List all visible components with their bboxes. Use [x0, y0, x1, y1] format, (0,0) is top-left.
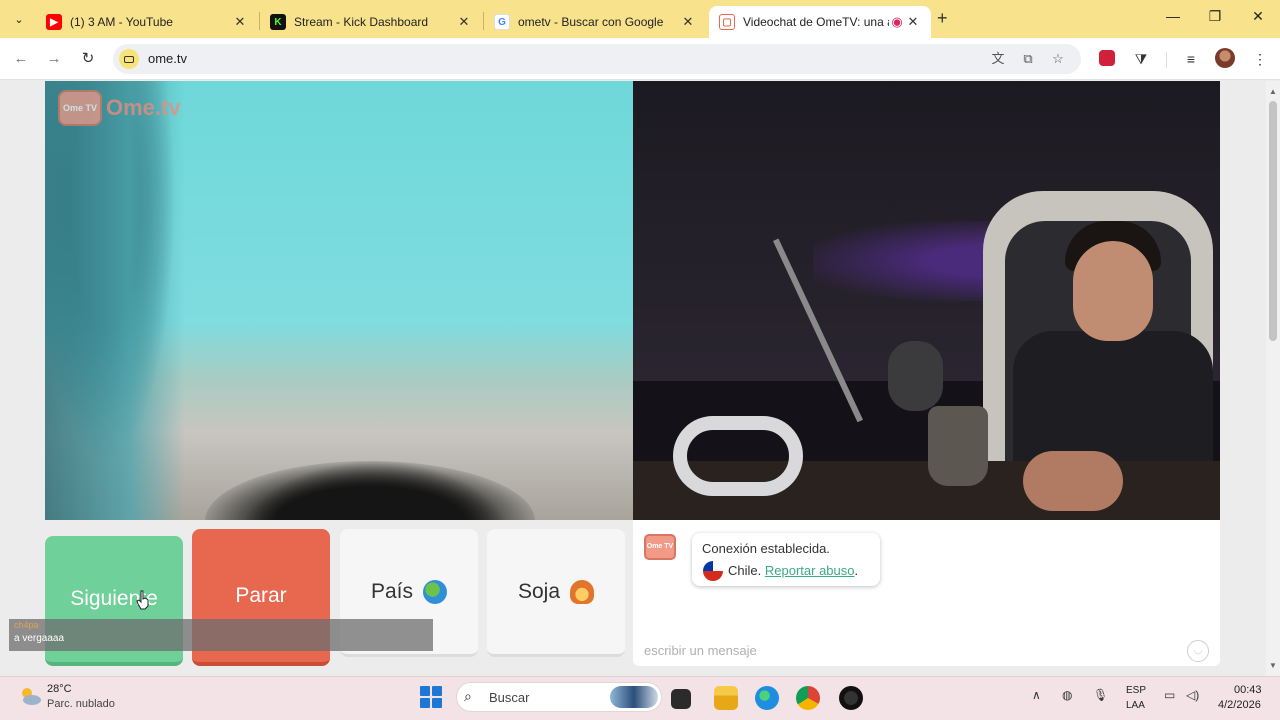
bookmark-star-icon[interactable]: ☆: [1049, 50, 1067, 68]
site-info-icon[interactable]: [119, 49, 139, 69]
search-highlight-image: [610, 686, 658, 708]
chile-flag-icon: [703, 561, 723, 581]
gender-button-label: Soja: [517, 579, 561, 603]
tab-youtube[interactable]: ▶ (1) 3 AM - YouTube ✕: [36, 6, 258, 38]
partner-video: Ome TV Ome.tv: [45, 81, 633, 520]
youtube-icon: ▶: [46, 14, 62, 30]
reload-icon[interactable]: ↻: [78, 49, 98, 69]
obs-icon[interactable]: [839, 686, 863, 710]
show-hidden-icons-chevron[interactable]: ∧: [1032, 688, 1041, 702]
girl-emoji-icon: [570, 579, 595, 604]
scroll-down-icon[interactable]: ▼: [1269, 661, 1277, 670]
kick-icon: K: [270, 14, 286, 30]
hand-cursor-icon: [136, 590, 149, 610]
close-tab-icon[interactable]: ✕: [456, 14, 472, 30]
stream-comment-overlay: [9, 619, 433, 651]
country-button-label: País: [370, 579, 414, 603]
browser-toolbar: ← → ↻ ome.tv 文 ⧉ ☆ ⧩ ≡ ⋮: [0, 38, 1280, 80]
clock-time[interactable]: 00:43: [1234, 684, 1262, 696]
chrome-icon[interactable]: [796, 686, 820, 710]
windows-start-icon[interactable]: [420, 686, 442, 708]
report-suffix: .: [854, 563, 859, 578]
partner-country: Chile.: [728, 563, 762, 578]
maximize-icon[interactable]: ❐: [1205, 8, 1225, 25]
back-icon[interactable]: ←: [11, 49, 31, 69]
file-explorer-icon[interactable]: [714, 686, 738, 710]
tab-google[interactable]: G ometv - Buscar con Google ✕: [484, 6, 706, 38]
taskbar-search-placeholder: Buscar: [489, 690, 530, 705]
address-bar[interactable]: ome.tv 文 ⧉ ☆: [113, 44, 1081, 74]
partner-country-line: Chile. Reportar abuso.: [728, 563, 858, 578]
task-view-icon[interactable]: [671, 689, 691, 709]
tab-title: Videochat de OmeTV: una a: [743, 15, 889, 29]
security-icon[interactable]: ◍: [1062, 688, 1072, 702]
close-tab-icon[interactable]: ✕: [232, 14, 248, 30]
scroll-up-icon[interactable]: ▲: [1269, 87, 1277, 96]
tab-title: Stream - Kick Dashboard: [294, 15, 429, 29]
network-icon[interactable]: ▭: [1164, 688, 1175, 702]
google-icon: G: [494, 14, 510, 30]
page-scrollbar[interactable]: ▲ ▼: [1266, 81, 1280, 676]
report-abuse-link[interactable]: Reportar abuso: [765, 563, 855, 578]
edge-icon[interactable]: [755, 686, 779, 710]
emoji-smiley-icon[interactable]: ◡: [1187, 640, 1209, 662]
close-tab-icon[interactable]: ✕: [905, 14, 921, 30]
ometv-logo-text: Ome.tv: [106, 95, 181, 120]
translate-icon[interactable]: 文: [989, 50, 1007, 68]
globe-icon: [423, 579, 448, 604]
close-tab-icon[interactable]: ✕: [680, 14, 696, 30]
chat-message-input[interactable]: escribir un mensaje: [644, 643, 1164, 658]
volume-icon[interactable]: ◁): [1186, 688, 1199, 702]
keyboard-layout[interactable]: LAA: [1126, 700, 1145, 711]
clock-date[interactable]: 4/2/2026: [1218, 699, 1261, 711]
ometv-icon: ▢: [719, 14, 735, 30]
partly-cloudy-icon[interactable]: [18, 685, 42, 707]
ometv-logo: Ome TV Ome.tv: [58, 90, 181, 126]
new-tab-icon[interactable]: +: [937, 8, 948, 29]
microphone-icon[interactable]: 🎙: [1093, 688, 1108, 702]
tab-title: (1) 3 AM - YouTube: [70, 15, 173, 29]
media-control-icon[interactable]: ≡: [1181, 49, 1201, 69]
tab-ometv[interactable]: ▢ Videochat de OmeTV: una a ◉ ✕: [709, 6, 931, 38]
tab-title: ometv - Buscar con Google: [518, 15, 664, 29]
recording-icon: ◉: [891, 14, 903, 29]
self-video: [633, 81, 1220, 520]
search-icon: ⌕: [464, 688, 472, 704]
profile-avatar[interactable]: [1215, 48, 1235, 68]
comment-username: ch4pa: [14, 620, 39, 630]
extensions-puzzle-icon[interactable]: ⧩: [1131, 49, 1151, 69]
gender-button[interactable]: Soja: [487, 529, 625, 657]
chat-ometv-logo: Ome TV: [644, 534, 676, 560]
forward-icon[interactable]: →: [44, 49, 64, 69]
menu-kebab-icon[interactable]: ⋮: [1250, 49, 1270, 69]
ometv-badge: Ome TV: [58, 90, 102, 126]
weather-temperature[interactable]: 28°C: [47, 683, 72, 695]
stop-button-label: Parar: [235, 583, 287, 607]
tab-kick[interactable]: K Stream - Kick Dashboard ✕: [260, 6, 482, 38]
scrollbar-thumb[interactable]: [1269, 101, 1277, 341]
weather-condition[interactable]: Parc. nublado: [47, 698, 115, 710]
extension-red-icon[interactable]: [1099, 50, 1115, 66]
close-window-icon[interactable]: ✕: [1248, 8, 1268, 25]
install-app-icon[interactable]: ⧉: [1019, 50, 1037, 68]
minimize-icon[interactable]: —: [1163, 8, 1183, 24]
toolbar-divider: [1166, 52, 1167, 68]
tab-search-chevron-icon[interactable]: ⌄: [8, 8, 30, 30]
comment-message: a vergaaaa: [14, 633, 65, 644]
url-text: ome.tv: [148, 51, 188, 66]
keyboard-language[interactable]: ESP: [1126, 685, 1146, 696]
connection-status: Conexión establecida.: [702, 541, 830, 556]
